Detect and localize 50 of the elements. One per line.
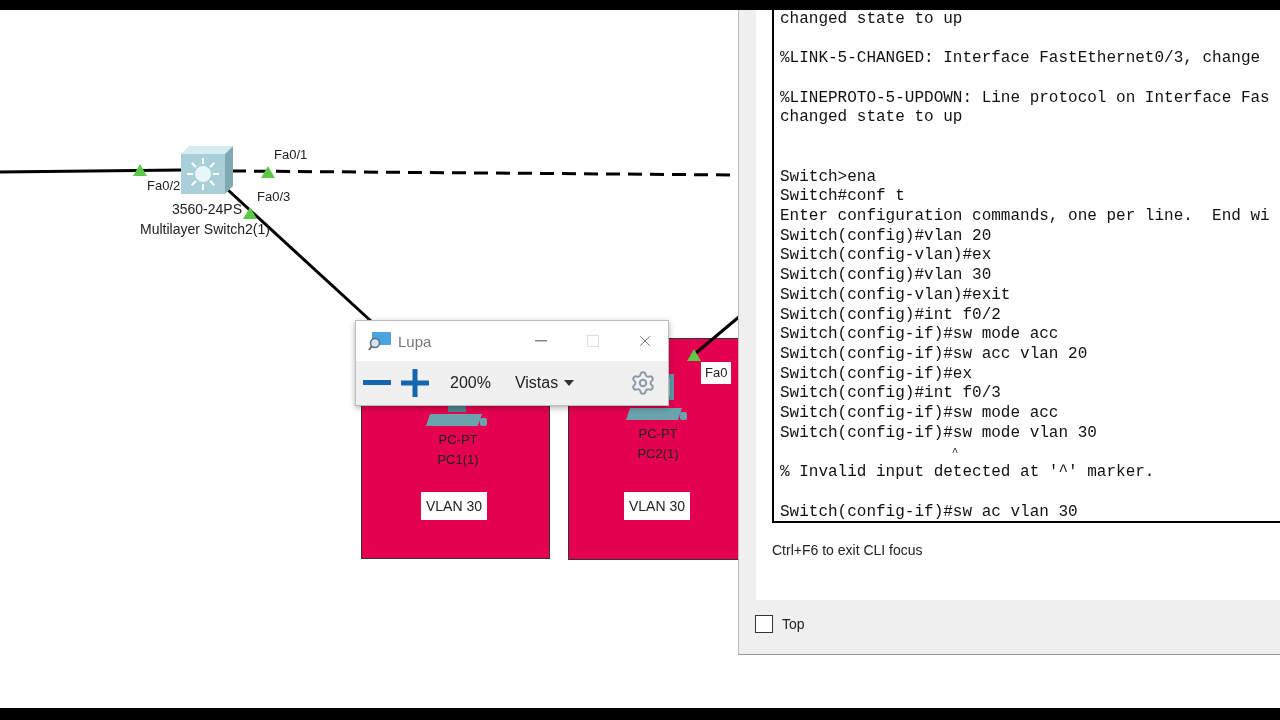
port-status-icon xyxy=(243,207,257,219)
terminal-line: Switch(config)#int f0/2 xyxy=(780,305,1001,326)
device-model: 3560-24PS xyxy=(171,201,243,217)
terminal-line: Switch(config-if)#ex xyxy=(780,364,973,385)
port-label: Fa0/1 xyxy=(274,147,308,163)
terminal-line: Switch(config-vlan)#ex xyxy=(780,246,992,267)
error-marker: ^ xyxy=(950,445,959,461)
port-status-icon xyxy=(687,349,701,361)
terminal-line: Enter configuration commands, one per line. End wi xyxy=(780,207,1270,227)
terminal-line: Switch(config)#vlan 30 xyxy=(780,266,992,286)
port-label: Fa0/2 xyxy=(147,178,181,194)
vlan-note: VLAN 30 xyxy=(624,492,691,520)
device-name: PC1(1) xyxy=(437,452,479,468)
port-label: Fa0 xyxy=(701,362,732,384)
terminal-line: Switch(config-if)#sw mode vlan 30 xyxy=(780,423,1097,444)
port-label: Fa0/3 xyxy=(257,189,291,205)
terminal-line: %LINEPROTO-5-UPDOWN: Line protocol on Interface Fas xyxy=(780,88,1270,109)
vlan-note: VLAN 30 xyxy=(421,492,488,520)
terminal-line: Switch#conf t xyxy=(780,187,905,207)
cable-line xyxy=(689,314,741,360)
terminal-line: changed state to up xyxy=(780,108,963,129)
terminal-line: % Invalid input detected at '^' marker. xyxy=(780,463,1155,483)
device-model: PC-PT xyxy=(638,426,678,442)
device-name: Multilayer Switch2(1) xyxy=(140,221,270,237)
port-status-icon xyxy=(133,164,147,176)
terminal-line: Switch(config)#vlan 20 xyxy=(780,226,992,247)
cli-terminal[interactable] xyxy=(772,10,1280,523)
top-checkbox[interactable] xyxy=(755,615,773,633)
device-name: PC2(1) xyxy=(637,446,679,462)
terminal-line: %LINK-5-CHANGED: Interface FastEthernet0/3, change xyxy=(780,49,1261,70)
views-menu[interactable]: Vistas xyxy=(514,374,622,392)
terminal-line: Switch(config-if)#sw mode acc xyxy=(780,325,1059,345)
device-model: PC-PT xyxy=(438,432,478,448)
zoom-level: 200% xyxy=(450,374,491,392)
terminal-line: Switch(config-vlan)#exit xyxy=(780,285,1011,306)
zoom-in-button[interactable] xyxy=(400,368,430,398)
terminal-line: Switch(config-if)#sw acc vlan 20 xyxy=(780,344,1088,365)
terminal-line: Switch>ena xyxy=(780,167,876,188)
window-title: Lupa xyxy=(398,332,433,350)
checkbox-label: Top xyxy=(782,616,805,632)
port-status-icon xyxy=(261,166,275,178)
settings-icon[interactable] xyxy=(630,370,656,396)
terminal-line: changed state to up xyxy=(780,10,963,30)
terminal-line: Switch(config-if)#sw mode acc xyxy=(780,404,1059,424)
terminal-line: Switch(config)#int f0/3 xyxy=(780,384,1001,404)
terminal-line: Switch(config-if)#sw ac vlan 30 xyxy=(780,502,1078,521)
magnifier-app-icon xyxy=(368,331,392,351)
cli-focus-hint: Ctrl+F6 to exit CLI focus xyxy=(772,542,923,558)
caret-icon xyxy=(564,380,575,386)
multilayer-switch-icon[interactable] xyxy=(181,146,233,196)
